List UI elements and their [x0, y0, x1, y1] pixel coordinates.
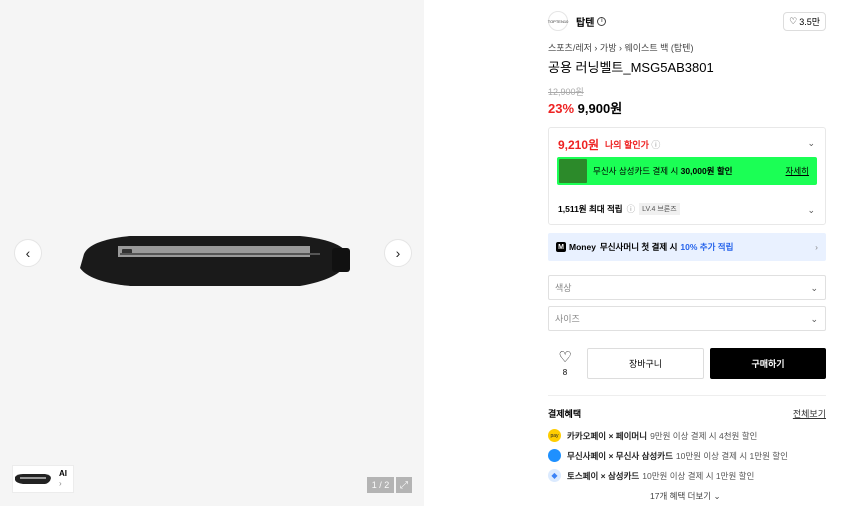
money-banner[interactable]: M Money 무신사머니 첫 결제 시 10% 추가 적립 ›: [548, 233, 826, 261]
more-benefits-button[interactable]: 17개 혜택 더보기 ⌄: [650, 490, 721, 502]
brand-like-button[interactable]: ♡ 3.5만: [783, 11, 826, 31]
sale-price: 9,900원: [577, 101, 623, 116]
heart-icon: ♡: [558, 349, 572, 366]
add-to-cart-button[interactable]: 장바구니: [587, 348, 704, 379]
promo-text: 무신사 삼성카드 결제 시 30,000원 할인: [593, 166, 733, 176]
payment-benefit-row: ◆ 토스페이 × 삼성카드 10만원 이상 결제 시 1만원 할인: [548, 469, 754, 482]
original-price: 12,900원: [548, 87, 584, 97]
product-page: ‹ › AI › 1 / 2 ⤢ TOPTEN10 탑텐 i ♡ 3.5만 스포…: [0, 0, 850, 511]
musinsapay-icon: [548, 449, 561, 462]
payment-benefit-row: pay 카카오페이 × 페이머니 9만원 이상 결제 시 4천원 할인: [548, 429, 757, 442]
color-select-placeholder: 색상: [555, 283, 572, 293]
brand-name[interactable]: 탑텐: [576, 14, 594, 29]
points-row[interactable]: 1,511원 최대 적립 ⓘ LV.4 브론즈: [558, 203, 680, 215]
size-select[interactable]: 사이즈 ⌄: [548, 306, 826, 331]
info-icon: ⓘ: [626, 204, 636, 214]
product-image: [80, 236, 350, 286]
breadcrumb-item[interactable]: 스포츠/레저: [548, 43, 592, 53]
product-info-panel: TOPTEN10 탑텐 i ♡ 3.5만 스포츠/레저 › 가방 › 웨이스트 …: [536, 0, 836, 511]
gallery-next-button[interactable]: ›: [384, 239, 412, 267]
chevron-left-icon: ‹: [25, 245, 31, 261]
chevron-down-icon: ⌄: [810, 314, 818, 324]
info-icon[interactable]: i: [597, 16, 607, 26]
breadcrumb-item[interactable]: 웨이스트 백 (탑텐): [625, 43, 694, 53]
tosspay-icon: ◆: [548, 469, 561, 482]
price-row: 23% 9,900원: [548, 98, 622, 117]
points-text: 1,511원 최대 적립: [558, 204, 623, 214]
gallery-thumbnail[interactable]: AI ›: [12, 465, 74, 493]
heart-icon: ♡: [789, 15, 798, 26]
promo-detail-link[interactable]: 자세히: [786, 165, 809, 177]
expand-icon[interactable]: ⤢: [396, 477, 412, 493]
chevron-down-icon[interactable]: ⌄: [807, 205, 815, 216]
discount-rate: 23%: [548, 101, 575, 116]
payment-benefits-title: 결제혜택: [548, 409, 582, 419]
money-highlight: 10% 추가 적립: [680, 242, 734, 252]
size-select-placeholder: 사이즈: [555, 314, 580, 324]
chevron-down-icon: ⌄: [810, 283, 818, 293]
breadcrumb: 스포츠/레저 › 가방 › 웨이스트 백 (탑텐): [548, 41, 693, 54]
wishlist-count: 8: [562, 368, 568, 377]
money-text: 무신사머니 첫 결제 시: [599, 242, 678, 252]
color-select[interactable]: 색상 ⌄: [548, 275, 826, 300]
level-badge: LV.4 브론즈: [639, 203, 680, 215]
wishlist-button[interactable]: ♡ 8: [548, 348, 582, 379]
kakaopay-icon: pay: [548, 429, 561, 442]
my-price: 9,210원: [558, 138, 600, 152]
benefit-box: 9,210원 나의 할인가 ⓘ ⌄ 무신사 삼성카드 결제 시 30,000원 …: [548, 127, 826, 225]
gallery-counter: 1 / 2: [367, 477, 394, 493]
chevron-right-icon: ›: [815, 242, 818, 252]
thumbnail-image: [15, 474, 51, 484]
money-brand: Money: [569, 242, 596, 252]
buy-now-button[interactable]: 구매하기: [710, 348, 826, 379]
breadcrumb-item[interactable]: 가방: [600, 43, 617, 53]
brand-row: TOPTEN10 탑텐 i ♡ 3.5만: [548, 10, 826, 32]
divider: [548, 395, 826, 396]
payment-view-all-link[interactable]: 전체보기: [793, 407, 826, 420]
spacer: [424, 0, 536, 511]
brand-logo[interactable]: TOPTEN10: [548, 11, 568, 31]
info-icon: ⓘ: [651, 140, 661, 150]
promo-card-image: [559, 159, 587, 183]
chevron-right-icon: ›: [395, 245, 401, 261]
chevron-down-icon[interactable]: ⌄: [807, 138, 815, 149]
gallery-prev-button[interactable]: ‹: [14, 239, 42, 267]
card-promo-banner[interactable]: 무신사 삼성카드 결제 시 30,000원 할인 자세히: [557, 157, 817, 185]
money-logo-icon: M: [556, 242, 566, 252]
payment-benefit-row: 무신사페이 × 무신사 삼성카드 10만원 이상 결제 시 1만원 할인: [548, 449, 788, 462]
thumbnail-ai-label: AI: [59, 469, 67, 478]
product-title: 공용 러닝벨트_MSG5AB3801: [548, 60, 714, 75]
brand-like-count: 3.5만: [799, 16, 820, 27]
chevron-down-icon: ⌄: [713, 491, 721, 501]
my-price-label: 나의 할인가 ⓘ: [605, 140, 661, 150]
chevron-right-icon: ›: [59, 479, 62, 488]
product-gallery: ‹ › AI › 1 / 2 ⤢: [0, 0, 424, 506]
